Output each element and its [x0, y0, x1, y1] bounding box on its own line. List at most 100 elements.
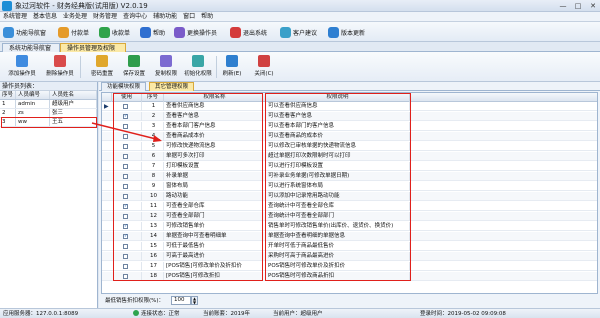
menu-tools[interactable]: 辅助功能 [150, 12, 180, 21]
reset-icon [192, 55, 204, 67]
permission-row[interactable]: 15 可低于最低售价 开单时可低于商品最低售价 [102, 242, 597, 251]
permission-row[interactable]: 12 可查看全部部门 查询统计中可查看全部部门 [102, 212, 597, 221]
use-cell [112, 272, 142, 281]
permission-desc-cell: 销售单时可修改销售单价(出库价、退货价、换货价) [266, 222, 410, 231]
use-cell: ✓ [112, 232, 142, 241]
add-operator-button[interactable]: 添加操作员 [2, 54, 42, 80]
tab-other-permissions[interactable]: 其它管理权限 [149, 82, 195, 91]
discount-spinner[interactable]: ▲ ▼ [191, 296, 198, 305]
connected-icon [133, 310, 139, 316]
use-checkbox[interactable] [123, 154, 128, 159]
switch-user-button[interactable]: 更换操作员 [174, 25, 217, 39]
use-checkbox[interactable] [123, 194, 128, 199]
use-checkbox[interactable] [123, 254, 128, 259]
menu-system[interactable]: 系统管理 [0, 12, 30, 21]
spin-down-icon[interactable]: ▼ [192, 301, 197, 305]
help-button[interactable]: 帮助 [140, 25, 165, 39]
permission-tab-strip: 功能模块权限 其它管理权限 [99, 82, 600, 91]
permission-row[interactable]: ▶ 1 查看供应商信息 可以查看供应商信息 [102, 102, 597, 111]
refresh-icon [226, 55, 238, 67]
use-cell [112, 132, 142, 141]
close-window-button[interactable]: ✕ [586, 1, 600, 11]
operator-row[interactable]: 1 admin 超级用户 [0, 100, 97, 109]
menu-window[interactable]: 窗口 [180, 12, 198, 21]
min-discount-input[interactable]: 100 [171, 296, 191, 305]
permission-name-cell: 可修改快递物流信息 [164, 142, 266, 151]
permission-row[interactable]: ✓ 11 可查看全部仓库 查询统计中可查看全部仓库 [102, 202, 597, 211]
operator-row-selected[interactable]: 3 ww 王五 [0, 118, 97, 127]
col-code: 人员编号 [16, 91, 50, 99]
tab-module-permissions[interactable]: 功能模块权限 [101, 82, 147, 91]
tab-nav-window[interactable]: 系统功能导航窗 [2, 43, 60, 52]
use-checkbox[interactable] [123, 164, 128, 169]
menu-business[interactable]: 业务处理 [60, 12, 90, 21]
status-bar: 应用服务器：127.0.0.1:8089 连接状态：正常 当前账套：2019年 … [0, 308, 600, 318]
tab-operator-permissions[interactable]: 操作员管理及权限 [60, 43, 126, 52]
use-checkbox[interactable] [123, 134, 128, 139]
menu-basic-info[interactable]: 基本信息 [30, 12, 60, 21]
payment-button[interactable]: 付款单 [58, 25, 89, 39]
menu-finance[interactable]: 财务管理 [90, 12, 120, 21]
user-status: 当前用户：超级用户 [273, 311, 323, 317]
permission-name-cell: 可高于最高进价 [164, 252, 266, 261]
use-checkbox[interactable] [123, 264, 128, 269]
feedback-button[interactable]: 客户建议 [280, 25, 317, 39]
nav-window-button[interactable]: 功能导航窗 [3, 25, 46, 39]
update-button[interactable]: 版本更新 [328, 25, 365, 39]
permission-row[interactable]: 10 路动功能 可以添加中记录常用路动功能 [102, 192, 597, 201]
permission-row[interactable]: ✓ 14 单据查询中可查看明细单 单据查询中查看明细的单据信息 [102, 232, 597, 241]
index-cell: 16 [142, 252, 164, 261]
permission-name-cell: 可修改销售单价 [164, 222, 266, 231]
use-checkbox[interactable] [123, 124, 128, 129]
use-checkbox[interactable]: ✓ [123, 224, 128, 229]
permission-desc-cell: 可以进行打印模板设置 [266, 162, 410, 171]
permission-row[interactable]: 6 单据可多次打印 超过单据打印次数限制时可以打印 [102, 152, 597, 161]
permission-row[interactable]: 8 补录单据 可补录业务单据(可修改单据日期) [102, 172, 597, 181]
permission-row[interactable]: 4 查看商品成本价 可以查看商品的成本价 [102, 132, 597, 141]
main-toolbar: 功能导航窗 付款单 收款单 帮助 更换操作员 退出系统 客户建议 版本更新 [0, 22, 600, 42]
permission-desc-cell: 可以查看客户信息 [266, 112, 410, 121]
permission-row[interactable]: ✓ 13 可修改销售单价 销售单时可修改销售单价(出库价、退货价、换货价) [102, 222, 597, 231]
operator-list-caption: 操作员列表： [0, 82, 97, 91]
use-checkbox[interactable] [123, 274, 128, 279]
permission-row[interactable]: 18 [POS销售]可修改折扣 POS销售时可修改商品折扣 [102, 272, 597, 281]
index-cell: 6 [142, 152, 164, 161]
menu-help[interactable]: 帮助 [198, 12, 216, 21]
maximize-button[interactable]: □ [571, 1, 585, 11]
close-button[interactable]: 关闭(C) [244, 54, 284, 80]
permission-row[interactable]: 17 [POS销售]可修改单价及折扣价 POS销售时可修改单价及折扣价 [102, 262, 597, 271]
permission-row[interactable]: 7 打印模板设置 可以进行打印模板设置 [102, 162, 597, 171]
key-icon [96, 55, 108, 67]
use-checkbox[interactable] [123, 184, 128, 189]
use-checkbox[interactable] [123, 214, 128, 219]
permission-row[interactable]: 9 窗体布局 可以进行系统窗体布局 [102, 182, 597, 191]
permission-name-cell: 可查看全部部门 [164, 212, 266, 221]
permission-row[interactable]: ✓ 2 查看客户信息 可以查看客户信息 [102, 112, 597, 121]
use-checkbox[interactable] [123, 144, 128, 149]
use-checkbox[interactable]: ✓ [123, 114, 128, 119]
menu-query[interactable]: 查询中心 [120, 12, 150, 21]
col-index: 序号 [142, 93, 164, 102]
permission-desc-cell: 可以添加中记录常用路动功能 [266, 192, 410, 201]
use-checkbox[interactable] [123, 104, 128, 109]
receipt-button[interactable]: 收款单 [99, 25, 130, 39]
operator-row[interactable]: 2 zs 张三 [0, 109, 97, 118]
index-cell: 7 [142, 162, 164, 171]
permission-grid: 使用 序号 权限名称 权限说明 ▶ 1 查看供应商信息 可以查看供应商信息 ✓ 2 查看客户… [101, 92, 598, 294]
permission-row[interactable]: 5 可修改快递物流信息 可以修改已审核单据的快递物流信息 [102, 142, 597, 151]
use-checkbox[interactable] [123, 244, 128, 249]
use-checkbox[interactable]: ✓ [123, 204, 128, 209]
copy-icon [160, 55, 172, 67]
minimize-button[interactable]: — [556, 1, 570, 11]
permission-name-cell: 打印模板设置 [164, 162, 266, 171]
use-cell [112, 162, 142, 171]
permission-name-cell: 单据可多次打印 [164, 152, 266, 161]
delete-operator-button[interactable]: 删除操作员 [40, 54, 80, 80]
account-status: 当前账套：2019年 [203, 311, 250, 317]
use-checkbox[interactable] [123, 174, 128, 179]
use-checkbox[interactable]: ✓ [123, 234, 128, 239]
permission-desc-cell: 查询统计中可查看全部仓库 [266, 202, 410, 211]
permission-row[interactable]: 3 查看本部门客户信息 可以查看本部门的客户信息 [102, 122, 597, 131]
permission-row[interactable]: 16 可高于最高进价 采购时可高于商品最高进价 [102, 252, 597, 261]
exit-button[interactable]: 退出系统 [230, 25, 267, 39]
